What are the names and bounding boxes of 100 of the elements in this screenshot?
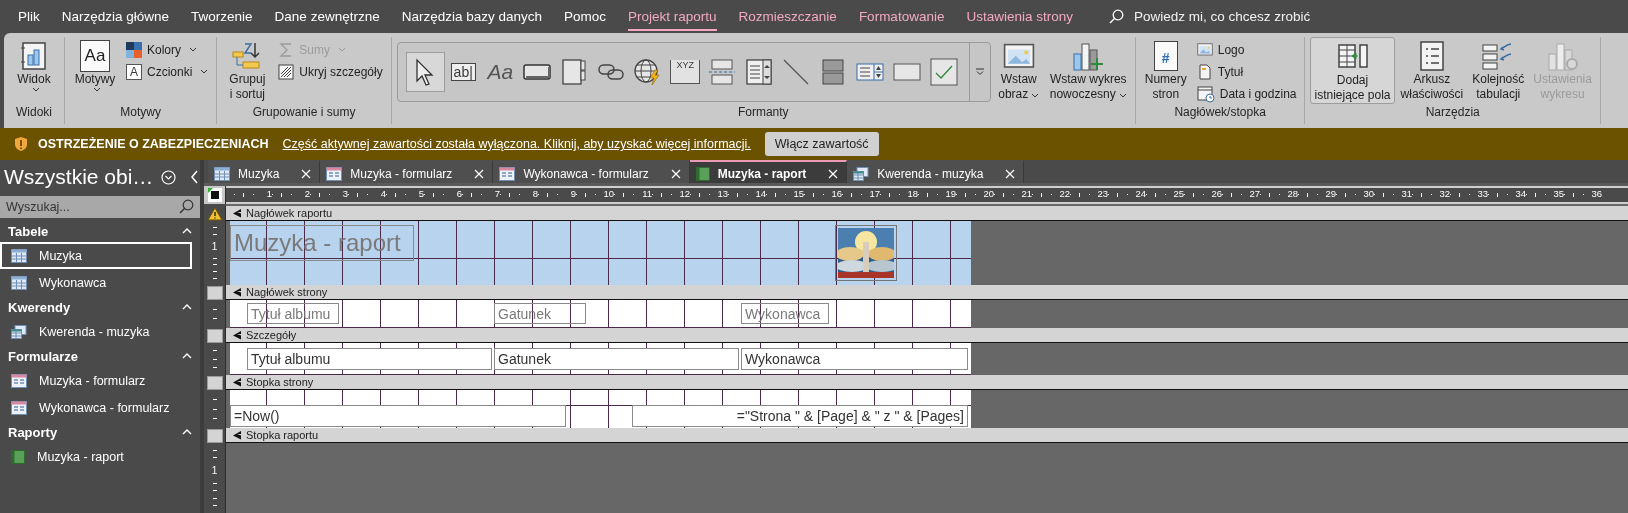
section-bar[interactable]: Stopka strony <box>226 375 1628 390</box>
ruler-number: 17 <box>869 187 880 200</box>
control-tool[interactable]: ab| <box>444 53 482 91</box>
section-bar[interactable]: Stopka raportu <box>226 428 1628 443</box>
text-box-control[interactable]: Gatunek <box>494 348 739 370</box>
ribbon-button[interactable]: Dodaj istniejące pola <box>1310 37 1395 104</box>
section-bar[interactable]: Szczegóły <box>226 328 1628 343</box>
nav-group-header[interactable]: Formularze <box>0 345 200 367</box>
nav-group-header[interactable]: Kwerendy <box>0 296 200 318</box>
menu-tab[interactable]: Rozmieszczanie <box>738 2 837 31</box>
nav-item[interactable]: Wykonawca <box>0 269 192 296</box>
menu-tab[interactable]: Projekt raportu <box>628 2 717 31</box>
chevron-left-icon <box>190 170 200 184</box>
section-selector[interactable] <box>206 428 223 443</box>
group-label: Motywy <box>120 105 161 120</box>
control-tool[interactable]: Aa <box>481 53 519 91</box>
ruler-number: 22 <box>1059 187 1070 200</box>
ribbon-button[interactable]: Aa Motywy <box>70 37 120 92</box>
document-tab[interactable]: Muzyka - formularz <box>320 160 494 185</box>
calendar-clock-icon <box>1196 84 1215 103</box>
query-icon <box>853 166 870 181</box>
ribbon-button[interactable]: Kolory <box>123 39 212 60</box>
text-box-control[interactable]: ="Strona " & [Page] & " z " & [Pages] <box>632 405 968 427</box>
caret-icon <box>31 87 40 92</box>
text-box-control[interactable]: =Now() <box>230 405 566 427</box>
search-icon[interactable] <box>179 199 194 214</box>
menu-tab[interactable]: Tworzenie <box>191 2 253 31</box>
text-box-control[interactable]: Tytuł albumu <box>247 348 492 370</box>
line-icon <box>782 58 811 86</box>
menu-tab[interactable]: Narzędzia główne <box>61 2 170 31</box>
close-icon[interactable] <box>301 168 312 179</box>
image-control[interactable] <box>835 225 897 281</box>
form-icon <box>499 166 516 181</box>
ruler-number: 1 <box>266 187 272 200</box>
report-selector[interactable] <box>207 187 222 202</box>
nav-item[interactable]: Wykonawca - formularz <box>0 394 192 421</box>
ruler-number: 1 <box>211 464 218 476</box>
caret-icon <box>1118 93 1127 98</box>
info-link[interactable]: Część aktywnej zawartości została wyłączona. Kliknij, aby uzyskać więcej informacji. <box>282 137 751 151</box>
ribbon-button[interactable]: Wstaw wykres nowoczesny <box>1046 37 1130 102</box>
nav-item[interactable]: Kwerenda - muzyka <box>0 318 192 345</box>
close-icon[interactable] <box>670 168 681 179</box>
ribbon-button[interactable]: Ukryj szczegóły <box>275 61 386 82</box>
menu-tab[interactable]: Plik <box>18 2 40 31</box>
close-icon[interactable] <box>474 168 485 179</box>
section-selector[interactable] <box>206 285 223 300</box>
document-tab[interactable]: Muzyka <box>208 160 321 185</box>
menu-tab[interactable]: Formatowanie <box>858 2 945 31</box>
ribbon-button[interactable]: Grupuj i sortuj <box>222 37 273 102</box>
nav-item[interactable]: Muzyka - formularz <box>0 367 192 394</box>
collapse-button[interactable] <box>190 169 200 185</box>
caret-icon <box>1031 93 1040 98</box>
tell-me-field[interactable]: Powiedz mi, co chcesz zrobić <box>1108 9 1311 24</box>
font-page-icon: Aa <box>80 39 110 72</box>
form-icon <box>11 400 27 415</box>
control-tool[interactable]: XYZ <box>666 53 704 91</box>
group-label: Narzędzia <box>1425 105 1480 120</box>
ribbon-button[interactable]: Widok <box>9 37 59 92</box>
document-tab[interactable]: Kwerenda - muzyka <box>847 160 1025 185</box>
ribbon-button[interactable]: # Numery stron <box>1140 37 1191 102</box>
ribbon-button[interactable]: Wstaw obraz <box>993 37 1044 102</box>
nav-group-header[interactable]: Raporty <box>0 421 200 443</box>
ribbon-button[interactable]: Data i godzina <box>1193 83 1300 104</box>
nav-group-header[interactable]: Tabele <box>0 220 200 242</box>
control-tool[interactable] <box>405 52 445 92</box>
ribbon-button[interactable]: Kolejność tabulacji <box>1469 37 1528 102</box>
nav-item[interactable]: Muzyka - raport <box>0 443 192 470</box>
ribbon-button[interactable]: Arkusz właściwości <box>1397 37 1467 102</box>
close-icon[interactable] <box>1005 168 1016 179</box>
menu-tab[interactable]: Ustawienia strony <box>966 2 1073 31</box>
ruler-number: 36 <box>1591 187 1602 200</box>
menu-tab[interactable]: Dane zewnętrzne <box>274 2 380 31</box>
link-icon <box>597 62 626 82</box>
section-bar[interactable]: Nagłówek raportu <box>226 206 1628 221</box>
hide-details-icon <box>278 63 295 80</box>
ruler-number: 24 <box>1135 187 1146 200</box>
list-box-icon <box>856 62 885 82</box>
menu-tab[interactable]: Narzędzia bazy danych <box>401 2 542 31</box>
close-icon[interactable] <box>828 168 839 179</box>
ribbon-button[interactable]: Logo <box>1193 39 1300 60</box>
ribbon-button[interactable]: A Czcionki <box>123 61 212 82</box>
document-tab[interactable]: Muzyka - raport <box>689 160 848 185</box>
document-tab[interactable]: Wykonawca - formularz <box>493 160 690 185</box>
text-box-control[interactable]: Wykonawca <box>741 348 968 370</box>
ruler-number: 10 <box>603 187 614 200</box>
ruler-number: 21 <box>1021 187 1032 200</box>
ribbon-button[interactable]: Tytuł <box>1193 61 1300 82</box>
section-selector[interactable] <box>206 328 223 343</box>
pane-menu-button[interactable] <box>161 169 177 185</box>
bar-chart-icon <box>19 39 49 72</box>
nav-item[interactable]: Muzyka <box>0 242 192 269</box>
document-icon <box>1196 63 1213 80</box>
enable-content-button[interactable]: Włącz zawartość <box>764 132 879 156</box>
section-bar[interactable]: Nagłówek strony <box>226 285 1628 300</box>
section-marker-icon <box>232 208 242 218</box>
pane-title: Wszystkie obi… <box>4 165 154 189</box>
menu-tab[interactable]: Pomoc <box>564 2 607 31</box>
search-field[interactable]: Wyszukaj... <box>0 196 200 218</box>
warning-title: OSTRZEŻENIE O ZABEZPIECZENIACH <box>38 137 269 151</box>
section-selector[interactable] <box>206 375 223 390</box>
